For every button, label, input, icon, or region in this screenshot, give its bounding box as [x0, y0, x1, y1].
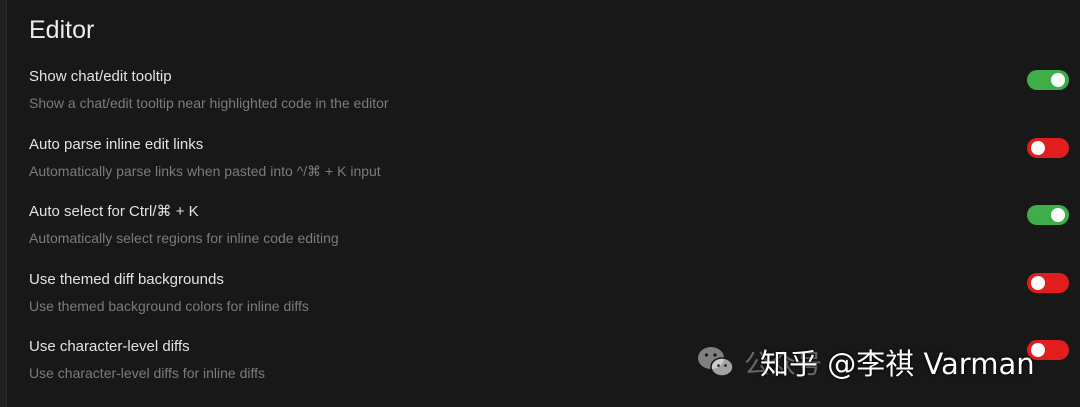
setting-description: Use character-level diffs for inline dif… [29, 365, 266, 381]
setting-row-auto-select: Auto select for Ctrl/⌘ + K Automatically… [29, 203, 1074, 271]
toggle-switch[interactable] [1027, 137, 1069, 158]
toggle-switch[interactable] [1027, 205, 1069, 225]
setting-row-auto-parse-links: Auto parse inline edit links Automatical… [29, 136, 1074, 204]
toggle-knob [1031, 343, 1045, 357]
setting-description: Use themed background colors for inline … [29, 297, 309, 314]
setting-description: Show a chat/edit tooltip near highlighte… [29, 95, 389, 111]
setting-row-character-diffs: Use character-level diffs Use character-… [29, 338, 1074, 406]
setting-description: Automatically select regions for inline … [29, 230, 339, 246]
toggle-switch[interactable] [1027, 70, 1069, 90]
setting-title: Use character-level diffs [29, 338, 190, 355]
toggle-switch[interactable] [1027, 272, 1069, 293]
section-title: Editor [29, 16, 95, 44]
toggle-knob [1051, 208, 1065, 222]
setting-row-themed-diff: Use themed diff backgrounds Use themed b… [29, 271, 1074, 339]
setting-title: Auto select for Ctrl/⌘ + K [29, 203, 199, 220]
editor-settings-panel: Editor Show chat/edit tooltip Show a cha… [29, 14, 1074, 406]
setting-title: Auto parse inline edit links [29, 135, 204, 153]
setting-title: Use themed diff backgrounds [29, 270, 224, 288]
setting-title: Show chat/edit tooltip [29, 68, 172, 85]
toggle-switch[interactable] [1027, 340, 1069, 360]
toggle-knob [1031, 275, 1045, 290]
setting-row-chat-tooltip: Show chat/edit tooltip Show a chat/edit … [29, 68, 1074, 136]
toggle-knob [1031, 140, 1045, 155]
setting-description: Automatically parse links when pasted in… [29, 162, 381, 179]
left-border [0, 0, 7, 407]
toggle-knob [1051, 73, 1065, 87]
